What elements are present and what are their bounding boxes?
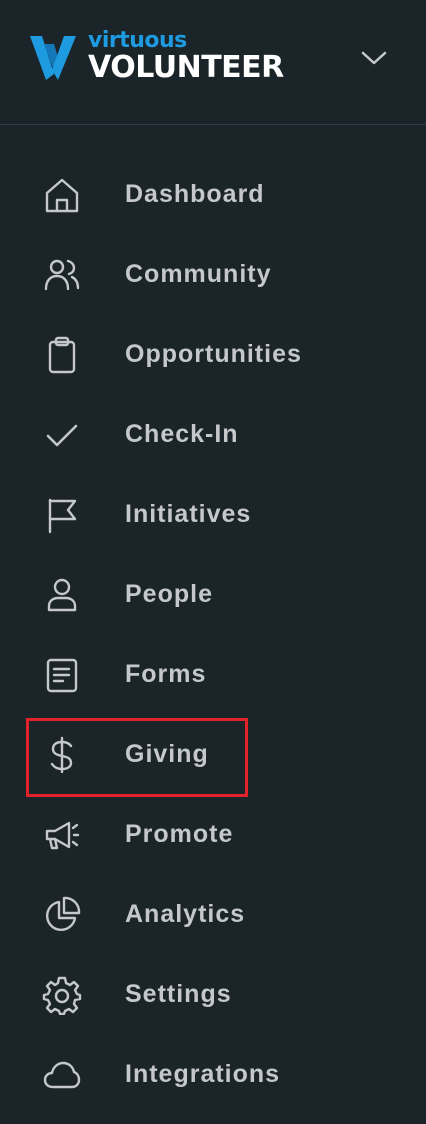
- nav-label-opportunities: Opportunities: [125, 340, 302, 368]
- nav-label-forms: Forms: [125, 660, 207, 688]
- nav-label-initiatives: Initiatives: [125, 500, 252, 528]
- pie-chart-icon: [40, 895, 84, 935]
- nav-item-integrations[interactable]: Integrations: [0, 1035, 426, 1115]
- nav-item-initiatives[interactable]: Initiatives: [0, 475, 426, 555]
- form-icon: [40, 655, 84, 695]
- nav-label-integrations: Integrations: [125, 1060, 281, 1088]
- chevron-down-icon: [361, 51, 387, 65]
- nav-item-settings[interactable]: Settings: [0, 955, 426, 1035]
- nav-item-giving[interactable]: Giving: [0, 715, 426, 795]
- gear-icon: [40, 975, 84, 1015]
- brand-small-text: virtuous: [88, 28, 187, 53]
- nav-label-check-in: Check-In: [125, 420, 239, 448]
- sidebar-header: virtuous VOLUNTEER: [0, 0, 426, 125]
- nav-label-analytics: Analytics: [125, 900, 246, 928]
- dollar-icon: [40, 735, 84, 775]
- home-icon: [40, 175, 84, 215]
- nav-item-people[interactable]: People: [0, 555, 426, 635]
- brand-logo[interactable]: virtuous VOLUNTEER: [30, 30, 330, 90]
- megaphone-icon: [40, 815, 84, 855]
- cloud-icon: [40, 1055, 84, 1095]
- brand-big-text: VOLUNTEER: [88, 50, 284, 85]
- nav-item-dashboard[interactable]: Dashboard: [0, 155, 426, 235]
- main-nav: Dashboard Community Opportunities Check-…: [0, 155, 426, 1115]
- nav-label-settings: Settings: [125, 980, 232, 1008]
- check-icon: [40, 415, 84, 455]
- nav-label-promote: Promote: [125, 820, 234, 848]
- nav-label-dashboard: Dashboard: [125, 180, 265, 208]
- user-icon: [40, 575, 84, 615]
- nav-label-people: People: [125, 580, 213, 608]
- nav-item-analytics[interactable]: Analytics: [0, 875, 426, 955]
- nav-item-community[interactable]: Community: [0, 235, 426, 315]
- users-icon: [40, 255, 84, 295]
- virtuous-logo-mark-icon: [30, 36, 76, 80]
- clipboard-icon: [40, 335, 84, 375]
- nav-item-opportunities[interactable]: Opportunities: [0, 315, 426, 395]
- sidebar: virtuous VOLUNTEER Dashboard Community O…: [0, 0, 426, 1124]
- nav-item-forms[interactable]: Forms: [0, 635, 426, 715]
- nav-item-promote[interactable]: Promote: [0, 795, 426, 875]
- flag-icon: [40, 495, 84, 535]
- nav-label-giving: Giving: [125, 740, 209, 768]
- nav-label-community: Community: [125, 260, 272, 288]
- nav-item-check-in[interactable]: Check-In: [0, 395, 426, 475]
- collapse-menu-button[interactable]: [354, 40, 394, 76]
